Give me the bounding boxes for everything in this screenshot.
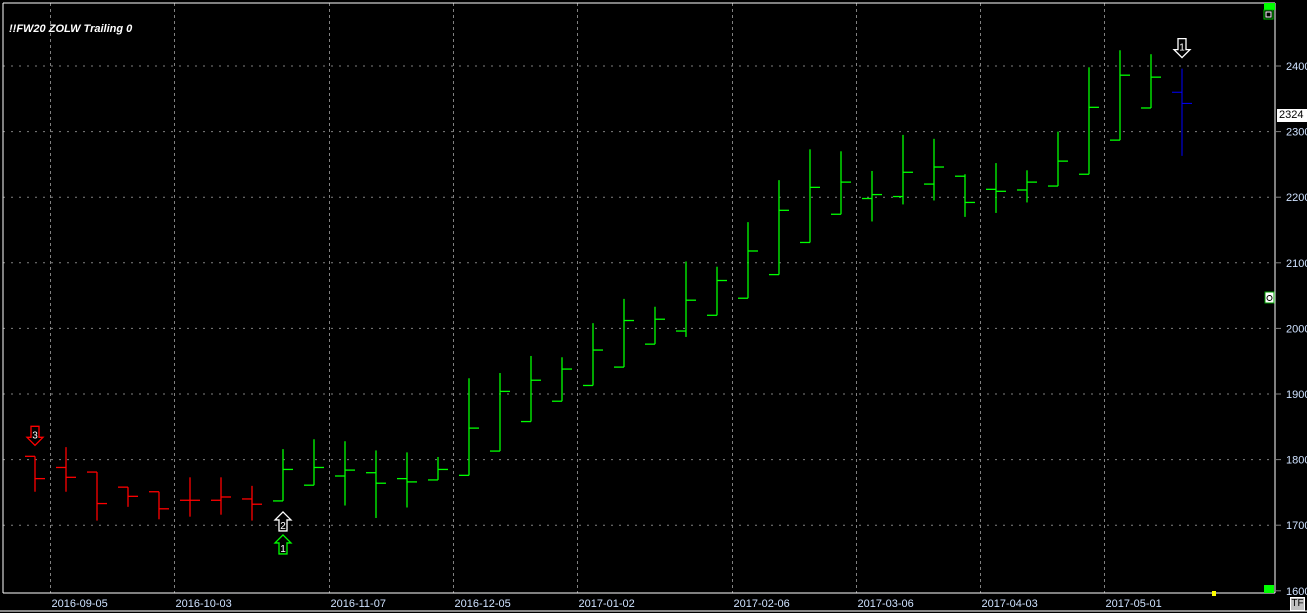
ohlc-bar	[1079, 67, 1099, 175]
y-tick-label: 2300	[1286, 127, 1307, 139]
y-tick-label: 2400	[1286, 61, 1307, 73]
x-axis: 2016-09-05 2016-10-03 2016-11-07 2016-12-05…	[52, 598, 1162, 610]
ohlc-bar	[1048, 131, 1068, 187]
ohlc-bar	[583, 323, 603, 387]
ohlc-bar	[428, 456, 448, 481]
top-right-green-square-icon[interactable]	[1264, 3, 1275, 10]
ohlc-bar	[1172, 68, 1192, 156]
ohlc-bar	[397, 452, 417, 508]
ohlc-bar	[645, 306, 665, 345]
ohlc-bar	[676, 261, 696, 337]
ohlc-bar	[955, 174, 975, 217]
ohlc-bar	[304, 439, 324, 486]
ohlc-bar	[924, 138, 944, 201]
x-tick-label: 2016-11-07	[331, 598, 386, 610]
ohlc-bar	[87, 471, 107, 521]
signal-arrows: 3 2 1 1	[25, 37, 1192, 555]
ohlc-bar	[521, 355, 541, 423]
signal-arrow-up-icon: 2	[273, 511, 293, 532]
y-tick-label: 1700	[1286, 520, 1307, 532]
signal-label: 1	[1179, 43, 1185, 54]
x-tick-label: 2017-02-06	[734, 598, 790, 610]
x-tick-label: 2017-03-06	[858, 598, 914, 610]
ohlc-bar	[490, 373, 510, 452]
grid	[3, 3, 1275, 593]
bottom-right-green-square-icon[interactable]	[1264, 585, 1274, 593]
timeframe-button[interactable]: TF	[1290, 597, 1305, 611]
ohlc-bar	[149, 491, 169, 520]
y-tick-label: 1600	[1286, 586, 1307, 598]
x-tick-label: 2017-04-03	[982, 598, 1038, 610]
ohlc-bar	[242, 485, 262, 521]
price-chart[interactable]: 3 2 1 1 1600 1700 1800 1900 2000 2100 2200 2300 240…	[0, 0, 1307, 613]
ohlc-bar	[118, 486, 138, 507]
signal-arrow-up-icon: 1	[273, 534, 293, 555]
x-tick-label: 2016-09-05	[52, 598, 108, 610]
scroll-handle-icon[interactable]	[1264, 291, 1275, 304]
ohlc-bar	[211, 477, 231, 515]
ohlc-bar	[800, 149, 820, 244]
y-tick-label: 2100	[1286, 258, 1307, 270]
maximize-icon[interactable]	[1263, 9, 1274, 20]
signal-arrow-down-icon: 1	[1172, 37, 1192, 59]
signal-label: 3	[32, 430, 38, 441]
chart-title: !!FW20 ZOLW Trailing 0	[9, 23, 133, 35]
y-tick-label: 2000	[1286, 323, 1307, 335]
ohlc-bar	[1141, 54, 1161, 109]
ohlc-bar	[707, 266, 727, 316]
time-marker-icon[interactable]	[1212, 591, 1216, 596]
ohlc-bar	[738, 222, 758, 299]
x-tick-label: 2017-05-01	[1106, 598, 1162, 610]
ohlc-bar	[56, 447, 76, 492]
signal-arrow-down-icon: 3	[25, 425, 45, 447]
ohlc-bar	[180, 477, 200, 517]
ohlc-bar	[986, 163, 1006, 213]
plot-frame	[0, 2, 1307, 612]
ohlc-bars	[25, 50, 1192, 521]
ohlc-bar	[552, 357, 572, 402]
ohlc-bar	[893, 134, 913, 205]
x-tick-label: 2016-10-03	[176, 598, 232, 610]
y-tick-label: 1800	[1286, 455, 1307, 467]
last-price-label: 2324	[1277, 109, 1307, 122]
ohlc-bar	[862, 170, 882, 222]
ohlc-bar	[335, 441, 355, 506]
ohlc-bar	[366, 450, 386, 518]
x-tick-label: 2017-01-02	[579, 598, 635, 610]
ohlc-bar	[831, 151, 851, 215]
ohlc-bar	[459, 378, 479, 476]
ohlc-bar	[769, 180, 789, 276]
ohlc-bar	[273, 449, 293, 502]
ohlc-bar	[1110, 50, 1130, 141]
x-tick-label: 2016-12-05	[455, 598, 511, 610]
ohlc-bar	[25, 455, 45, 492]
signal-label: 1	[280, 544, 286, 555]
ohlc-bar	[614, 298, 634, 368]
signal-label: 2	[280, 521, 286, 532]
y-tick-label: 2200	[1286, 192, 1307, 204]
y-tick-label: 1900	[1286, 389, 1307, 401]
y-axis: 1600 1700 1800 1900 2000 2100 2200 2300 2400	[1275, 61, 1307, 598]
